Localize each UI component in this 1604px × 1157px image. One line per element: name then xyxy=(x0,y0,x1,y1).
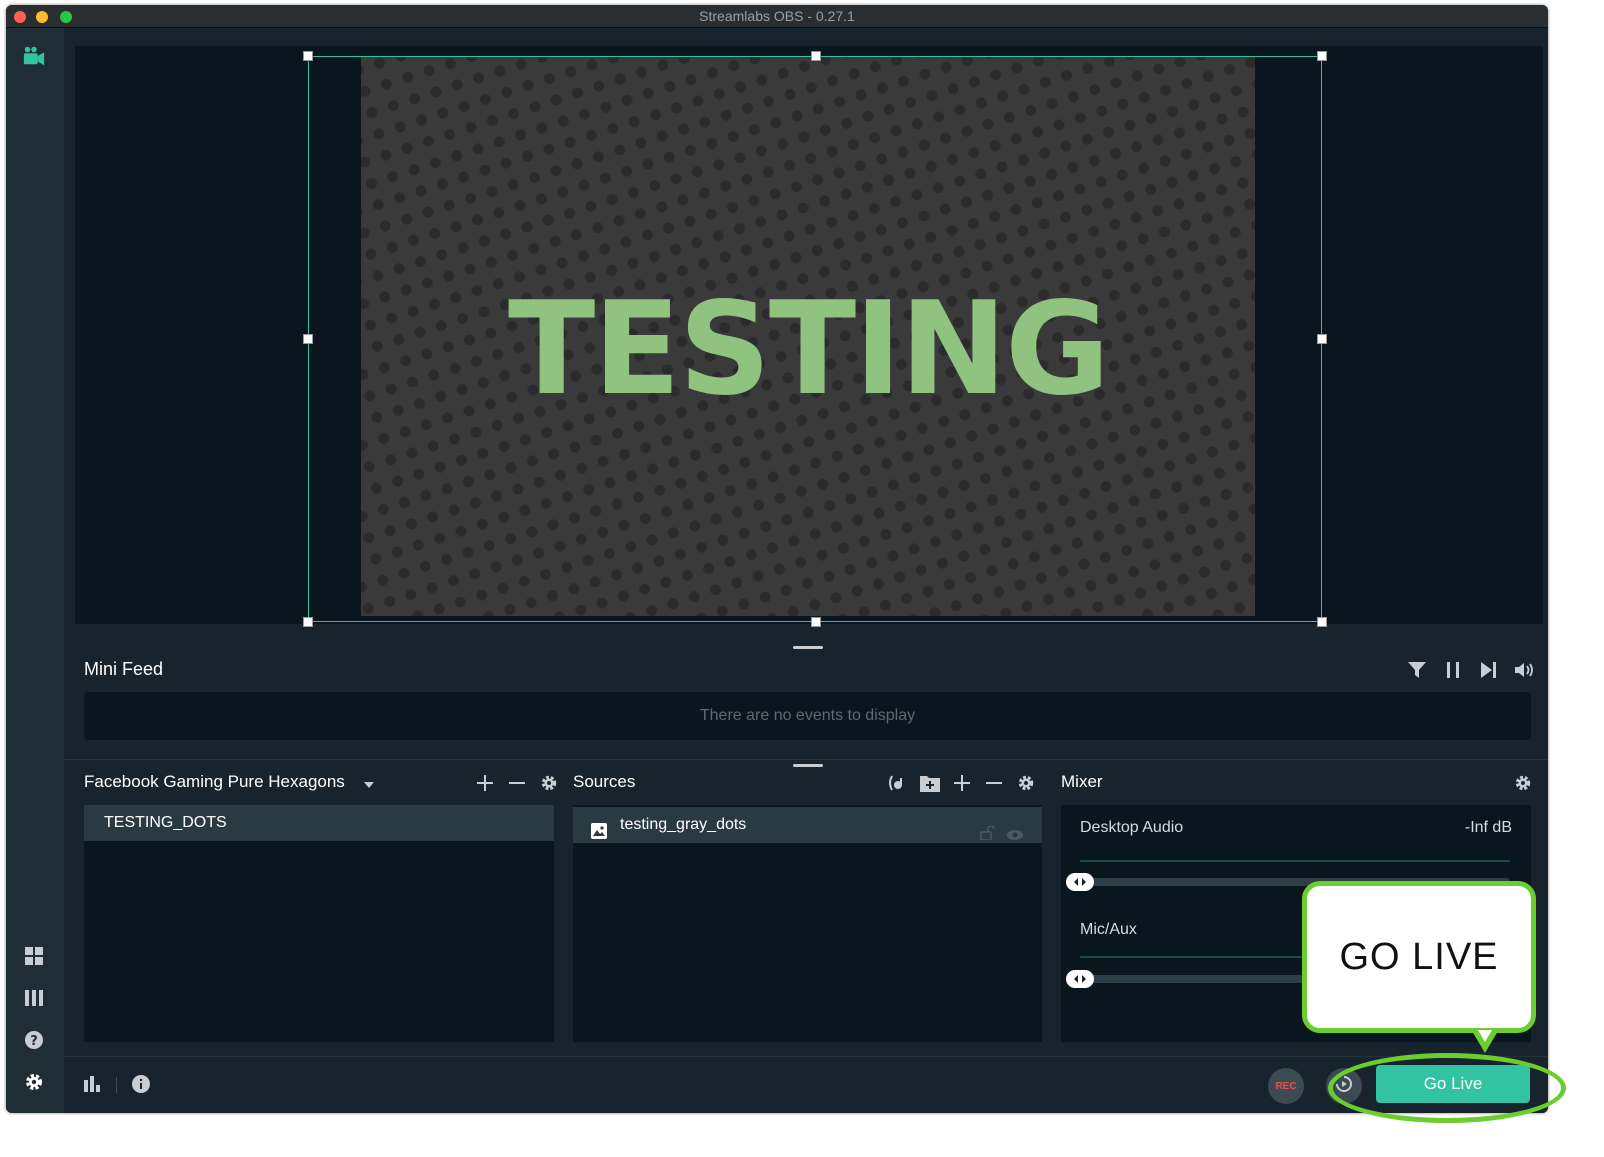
go-live-callout: GO LIVE xyxy=(1302,881,1536,1033)
desktop-audio-label: Desktop Audio xyxy=(1080,819,1184,836)
footer-bar: REC Go Live xyxy=(64,1056,1548,1113)
resize-handle[interactable] xyxy=(1317,51,1327,61)
filter-icon[interactable] xyxy=(1406,659,1428,681)
section-divider xyxy=(64,759,1548,760)
mini-feed-toolbar xyxy=(1406,659,1536,681)
skip-icon[interactable] xyxy=(1478,659,1500,681)
volume-icon[interactable] xyxy=(1514,659,1536,681)
image-icon xyxy=(591,817,607,853)
mixer-settings-gear-icon[interactable] xyxy=(1512,772,1534,794)
sources-title: Sources xyxy=(573,772,636,791)
resize-handle[interactable] xyxy=(811,51,821,61)
add-source-icon[interactable] xyxy=(951,772,973,794)
source-audio-icon[interactable] xyxy=(887,772,909,794)
go-live-highlight-ring xyxy=(1328,1053,1566,1123)
scene-settings-gear-icon[interactable] xyxy=(538,772,560,794)
lock-icon[interactable] xyxy=(980,818,996,854)
visibility-eye-icon[interactable] xyxy=(1006,819,1024,855)
resize-handle[interactable] xyxy=(303,334,313,344)
resize-handle[interactable] xyxy=(811,617,821,627)
window-title: Streamlabs OBS - 0.27.1 xyxy=(699,8,855,24)
mini-feed-title: Mini Feed xyxy=(84,659,164,679)
resize-divider-handle[interactable] xyxy=(793,764,823,767)
add-scene-icon[interactable] xyxy=(474,772,496,794)
source-item-label: testing_gray_dots xyxy=(620,816,747,833)
source-item[interactable]: testing_gray_dots xyxy=(573,807,1042,843)
record-button[interactable]: REC xyxy=(1268,1068,1304,1104)
empty-feed-text: There are no events to display xyxy=(699,707,916,724)
resize-handle[interactable] xyxy=(1317,334,1327,344)
resize-handle[interactable] xyxy=(303,51,313,61)
desktop-audio-meter xyxy=(1080,860,1510,862)
remove-source-icon[interactable] xyxy=(983,772,1005,794)
left-nav-bar: ? xyxy=(6,28,64,1113)
add-folder-icon[interactable] xyxy=(919,772,941,794)
title-bar: Streamlabs OBS - 0.27.1 xyxy=(6,5,1548,28)
scene-collection-selector[interactable]: Facebook Gaming Pure Hexagons xyxy=(84,772,374,793)
resize-handle[interactable] xyxy=(1317,617,1327,627)
scene-collection-name: Facebook Gaming Pure Hexagons xyxy=(84,772,345,791)
scenes-list: TESTING_DOTS xyxy=(84,805,554,1042)
sources-toolbar xyxy=(887,772,1037,794)
scenes-toolbar xyxy=(474,772,560,794)
source-settings-gear-icon[interactable] xyxy=(1015,772,1037,794)
callout-pointer-fill xyxy=(1478,1030,1492,1042)
mic-aux-volume-slider[interactable] xyxy=(1066,970,1094,988)
sources-list: testing_gray_dots xyxy=(573,805,1042,1042)
mini-feed-events: There are no events to display xyxy=(84,692,1531,740)
desktop-audio-level: -Inf dB xyxy=(1464,819,1512,836)
dashboard-grid-icon[interactable] xyxy=(22,944,46,968)
mic-aux-label: Mic/Aux xyxy=(1080,921,1137,938)
stream-preview[interactable]: TESTING xyxy=(75,46,1543,627)
pause-icon[interactable] xyxy=(1442,659,1464,681)
desktop-audio-volume-slider[interactable] xyxy=(1066,873,1094,891)
performance-chart-icon[interactable] xyxy=(84,1076,102,1097)
scene-item[interactable]: TESTING_DOTS xyxy=(84,805,554,841)
mixer-title: Mixer xyxy=(1061,772,1103,791)
help-icon[interactable]: ? xyxy=(22,1028,46,1052)
svg-text:?: ? xyxy=(30,1034,38,1049)
mixer-toolbar xyxy=(1512,772,1534,794)
resize-handle[interactable] xyxy=(303,617,313,627)
source-selection-box[interactable] xyxy=(303,51,1327,627)
resize-divider-handle[interactable] xyxy=(793,646,823,649)
footer-separator xyxy=(116,1077,117,1093)
remove-scene-icon[interactable] xyxy=(506,772,528,794)
studio-mode-camera-icon[interactable] xyxy=(22,44,46,68)
settings-gear-icon[interactable] xyxy=(22,1070,46,1094)
layout-columns-icon[interactable] xyxy=(22,986,46,1010)
info-icon[interactable] xyxy=(132,1075,150,1098)
chevron-down-icon xyxy=(363,773,374,793)
